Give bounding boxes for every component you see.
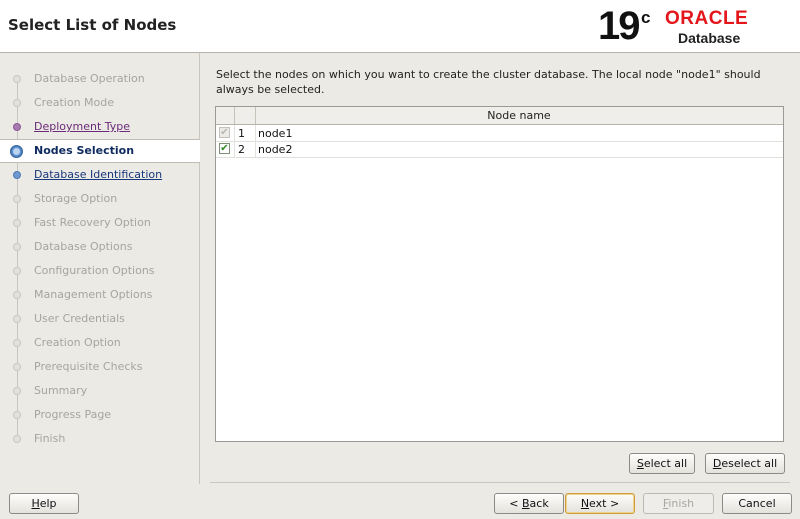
step-indicator-icon [13,75,21,83]
select-all-label: elect all [643,457,688,470]
wizard-step-creation-mode: Creation Mode [0,91,199,115]
step-indicator-icon [13,123,21,131]
next-mnemonic: N [580,497,590,510]
table-header: Node name [216,107,783,125]
step-indicator-icon [13,315,21,323]
column-divider [234,125,235,141]
next-button[interactable]: Next > [565,493,635,514]
step-indicator-icon [13,99,21,107]
finish-label: inish [668,497,695,510]
step-label: Creation Mode [34,96,115,109]
table-row[interactable]: ✔ 1 node1 [216,125,783,142]
header-index-column [234,107,256,124]
cancel-button[interactable]: Cancel [722,493,792,514]
wizard-step-user-credentials: User Credentials [0,307,199,331]
wizard-step-fast-recovery-option: Fast Recovery Option [0,211,199,235]
node-name: node1 [258,127,293,140]
step-label: Database Operation [34,72,145,85]
back-label: ack [529,497,549,510]
wizard-step-progress-page: Progress Page [0,403,199,427]
step-label: Configuration Options [34,264,155,277]
step-label: Deployment Type [34,120,131,133]
help-mnemonic: H [31,497,40,510]
step-indicator-icon [10,145,23,158]
row-index: 2 [238,143,245,156]
next-label: ext > [589,497,620,510]
step-indicator-icon [13,339,21,347]
logo-product: Database [678,30,741,46]
step-label: Fast Recovery Option [34,216,151,229]
step-label: Storage Option [34,192,118,205]
header-checkbox-column [216,107,235,124]
back-label-prefix: < [509,497,522,510]
wizard-step-prerequisite-checks: Prerequisite Checks [0,355,199,379]
step-label: Nodes Selection [34,144,135,157]
oracle-19c-logo: 19 c ORACLE Database [598,4,788,48]
column-divider [255,141,256,157]
wizard-steps-sidebar: Database Operation Creation Mode Deploymen… [0,53,200,484]
footer-divider [210,482,790,483]
step-indicator-icon [13,435,21,443]
row-index: 1 [238,127,245,140]
step-indicator-icon [13,243,21,251]
step-indicator-icon [13,195,21,203]
step-label: Progress Page [34,408,112,421]
header-node-name: Node name [487,109,551,122]
help-label: elp [39,497,57,510]
node-name: node2 [258,143,293,156]
back-mnemonic: B [522,497,530,510]
logo-version-suffix: c [641,8,651,27]
deselect-all-label: eselect all [721,457,778,470]
step-indicator-icon [13,267,21,275]
wizard-step-database-operation: Database Operation [0,67,199,91]
step-label: Database Identification [34,168,163,181]
step-label: Management Options [34,288,153,301]
step-indicator-icon [13,363,21,371]
step-label: Prerequisite Checks [34,360,143,373]
logo-brand: ORACLE [665,8,749,29]
column-divider [234,141,235,157]
node-checkbox[interactable]: ✔ [219,143,230,154]
instruction-text: Select the nodes on which you want to cr… [216,68,761,96]
step-label: Summary [34,384,88,397]
step-indicator-icon [13,171,21,179]
wizard-step-database-identification[interactable]: Database Identification [0,163,199,187]
step-indicator-icon [13,387,21,395]
wizard-step-creation-option: Creation Option [0,331,199,355]
step-label: Finish [34,432,66,445]
step-label: User Credentials [34,312,125,325]
wizard-step-storage-option: Storage Option [0,187,199,211]
step-indicator-icon [13,291,21,299]
wizard-step-database-options: Database Options [0,235,199,259]
step-indicator-icon [13,219,21,227]
wizard-step-management-options: Management Options [0,283,199,307]
wizard-step-configuration-options: Configuration Options [0,259,199,283]
finish-button[interactable]: Finish [643,493,714,514]
deselect-all-button[interactable]: Deselect all [705,453,785,474]
step-label: Creation Option [34,336,121,349]
step-indicator-icon [13,411,21,419]
table-row[interactable]: ✔ 2 node2 [216,141,783,158]
node-checkbox: ✔ [219,127,230,138]
header-bar: Select List of Nodes 19 c ORACLE Databas… [0,0,800,53]
step-label: Database Options [34,240,133,253]
wizard-step-nodes-selection[interactable]: Nodes Selection [0,139,200,163]
wizard-step-summary: Summary [0,379,199,403]
page-title: Select List of Nodes [8,16,177,34]
wizard-step-deployment-type[interactable]: Deployment Type [0,115,199,139]
select-all-mnemonic: S [636,457,644,470]
select-all-button[interactable]: Select all [629,453,695,474]
column-divider [255,125,256,141]
back-button[interactable]: < Back [494,493,564,514]
wizard-step-finish: Finish [0,427,199,451]
help-button[interactable]: Help [9,493,79,514]
nodes-table: Node name ✔ 1 node1 ✔ 2 node2 [215,106,784,442]
logo-version-number: 19 [598,4,640,48]
